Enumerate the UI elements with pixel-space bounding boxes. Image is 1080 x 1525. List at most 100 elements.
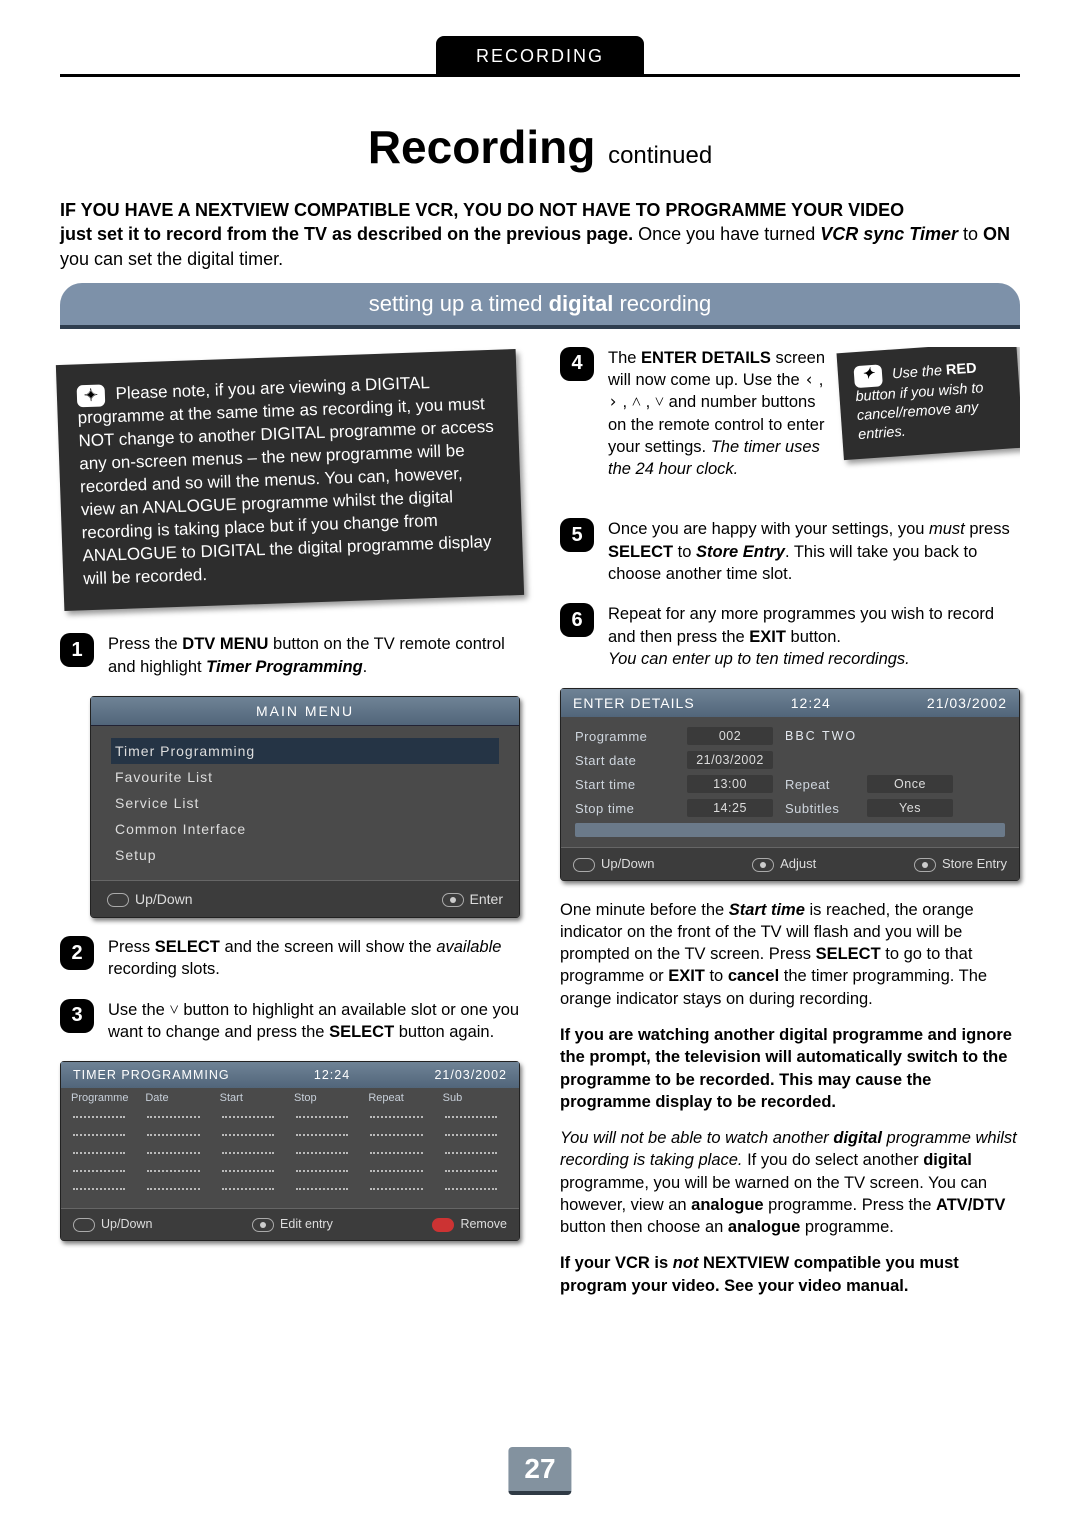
para-1: One minute before the Start time is reac… [560,899,1020,1010]
footer-right: Remove [432,1217,507,1232]
step-1: 1 Press the DTV MENU button on the TV re… [60,633,520,678]
table-row[interactable] [71,1182,509,1196]
step-5: 5 Once you are happy with your settings,… [560,518,1020,585]
store-icon [914,858,936,872]
updown-icon [107,893,129,907]
adjust-icon [752,858,774,872]
ed-label: Programme [575,729,675,744]
step-text: Use the ˅ button to highlight an availab… [108,999,520,1044]
step-number: 6 [560,603,594,637]
menu-item[interactable]: Common Interface [111,816,499,842]
col-header: Sub [443,1092,509,1104]
step-number: 1 [60,633,94,667]
tp-time: 12:24 [314,1068,350,1082]
note-card: ✦ Please note, if you are viewing a DIGI… [56,349,524,611]
step-text: Once you are happy with your settings, y… [608,518,1020,585]
table-row[interactable] [71,1110,509,1124]
right-column: ✦ Use the RED button if you wish to canc… [560,347,1020,1311]
ed-row-starttime: Start time 13:00 Repeat Once [575,775,1005,793]
panel-body: Timer Programming Favourite List Service… [91,726,519,880]
intro-line2e: ON [983,224,1010,244]
intro-line1: IF YOU HAVE A NEXTVIEW COMPATIBLE VCR, Y… [60,200,904,220]
intro-line2b: Once you have turned [638,224,820,244]
section-pre: setting up a timed [369,291,549,316]
ed-label: Repeat [785,777,855,792]
step-text: Press the DTV MENU button on the TV remo… [108,633,520,678]
step-text: Press SELECT and the screen will show th… [108,936,520,981]
panel-footer: Up/Down Enter [91,880,519,917]
step-number: 3 [60,999,94,1033]
remove-icon [432,1218,454,1232]
tp-title: TIMER PROGRAMMING [73,1068,230,1082]
intro-line2a: just set it to record from the TV as des… [60,224,633,244]
para-3: You will not be able to watch another di… [560,1127,1020,1238]
ed-time: 12:24 [791,695,831,711]
note-text: Please note, if you are viewing a DIGITA… [77,373,494,588]
footer-mid: Edit entry [252,1217,333,1232]
para-2: If you are watching another digital prog… [560,1024,1020,1113]
footer-right: Store Entry [914,856,1007,872]
step-3: 3 Use the ˅ button to highlight an avail… [60,999,520,1044]
section-bar: setting up a timed digital recording [60,283,1020,329]
left-column: ✦ Please note, if you are viewing a DIGI… [60,347,520,1311]
ed-value[interactable]: 14:25 [687,799,773,817]
enter-details-panel: ENTER DETAILS 12:24 21/03/2002 Programme… [560,688,1020,881]
ed-value[interactable]: 21/03/2002 [687,751,773,769]
step-number: 4 [560,347,594,381]
step-number: 2 [60,936,94,970]
ed-value[interactable]: Yes [867,799,953,817]
step-4: 4 The ENTER DETAILS screen will now come… [560,347,832,481]
tp-columns: Programme Date Start Stop Repeat Sub [61,1088,519,1108]
col-header: Start [220,1092,286,1104]
ed-value[interactable]: 13:00 [687,775,773,793]
main-menu-panel: MAIN MENU Timer Programming Favourite Li… [90,696,520,918]
page-title: Recording continued [60,120,1020,174]
ed-footer: Up/Down Adjust Store Entry [561,847,1019,880]
ed-label: Start date [575,753,675,768]
ed-text: BBC TWO [785,729,1005,743]
step-text: The ENTER DETAILS screen will now come u… [608,347,832,481]
table-row[interactable] [71,1128,509,1142]
intro-line2d: to [963,224,983,244]
ed-row-programme: Programme 002 BBC TWO [575,727,1005,745]
ed-row-startdate: Start date 21/03/2002 [575,751,1005,769]
small-note-post: button if you wish to cancel/remove any … [855,380,984,442]
section-bold: digital [549,291,614,316]
step-6: 6 Repeat for any more programmes you wis… [560,603,1020,670]
small-note-bold: RED [945,360,977,378]
ed-label: Start time [575,777,675,792]
step-post: You can enter up to ten timed recordings… [608,650,910,668]
step-number: 5 [560,518,594,552]
section-post: recording [619,291,711,316]
ed-row-stoptime: Stop time 14:25 Subtitles Yes [575,799,1005,817]
col-header: Date [145,1092,211,1104]
panel-title: MAIN MENU [91,697,519,726]
menu-item[interactable]: Timer Programming [111,738,499,764]
menu-item[interactable]: Service List [111,790,499,816]
tp-rows [61,1108,519,1208]
timer-programming-panel: TIMER PROGRAMMING 12:24 21/03/2002 Progr… [60,1061,520,1241]
table-row[interactable] [71,1146,509,1160]
ed-label: Stop time [575,801,675,816]
ed-value[interactable]: 002 [687,727,773,745]
footer-right: Enter [442,891,503,907]
table-row[interactable] [71,1164,509,1178]
star-icon: ✦ [77,384,106,407]
title-continued: continued [608,142,712,169]
tab-header: RECORDING [436,36,644,77]
footer-left: Up/Down [73,1217,152,1232]
page-number: 27 [508,1447,571,1495]
ed-value[interactable]: Once [867,775,953,793]
tp-header: TIMER PROGRAMMING 12:24 21/03/2002 [61,1062,519,1088]
small-note-pre: Use the [892,363,947,383]
updown-icon [573,858,595,872]
step-2: 2 Press SELECT and the screen will show … [60,936,520,981]
menu-item[interactable]: Favourite List [111,764,499,790]
col-header: Programme [71,1092,137,1104]
menu-item[interactable]: Setup [111,842,499,868]
title-main: Recording [368,121,595,173]
ed-title: ENTER DETAILS [573,695,695,711]
tp-date: 21/03/2002 [434,1068,507,1082]
ed-body: Programme 002 BBC TWO Start date 21/03/2… [561,717,1019,847]
edit-icon [252,1218,274,1232]
